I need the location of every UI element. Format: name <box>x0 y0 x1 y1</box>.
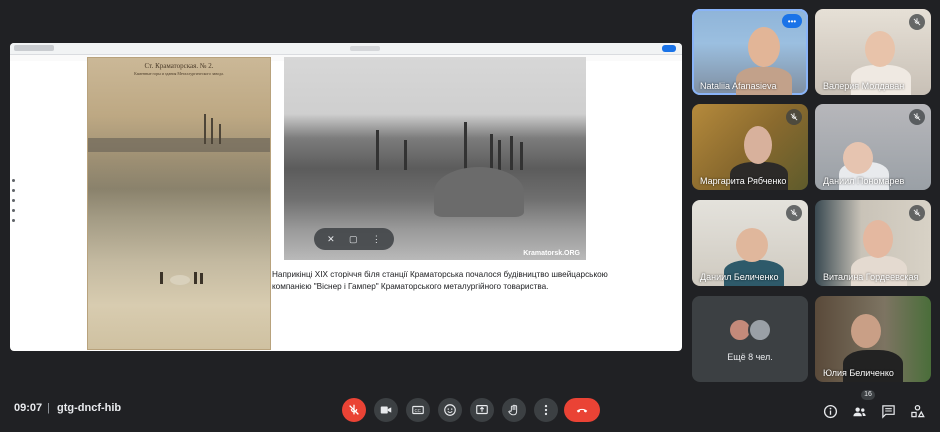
mic-off-icon <box>786 205 802 221</box>
activities-button[interactable] <box>906 400 928 422</box>
people-button[interactable] <box>848 400 870 422</box>
camera-toggle-button[interactable] <box>374 398 398 422</box>
emoji-icon <box>444 404 456 416</box>
participant-face <box>736 228 768 262</box>
hang-up-icon <box>576 408 588 413</box>
participant-face <box>863 220 893 258</box>
postcard-chimney <box>219 124 221 144</box>
present-icon <box>476 405 488 415</box>
participant-face <box>843 142 873 174</box>
more-options-icon[interactable]: ⋮ <box>372 234 381 245</box>
shared-browser-bar <box>10 43 682 55</box>
participant-face <box>744 126 772 164</box>
more-participants-avatars <box>728 318 772 342</box>
mic-off-icon <box>909 14 925 30</box>
slag-heap <box>434 167 524 217</box>
shared-side-tools <box>12 179 16 229</box>
factory-chimney <box>520 142 523 170</box>
factory-chimney <box>464 122 467 170</box>
factory-chimney <box>404 140 407 170</box>
postcard-horizon <box>88 138 270 152</box>
participant-name: Маргарита Рябченко <box>700 176 787 186</box>
camera-off-icon[interactable]: ▢ <box>349 234 358 245</box>
participant-name: Nataliia Afanasieva <box>700 81 777 91</box>
participant-face <box>851 314 881 348</box>
more-vert-icon <box>544 404 548 416</box>
raise-hand-button[interactable] <box>502 398 526 422</box>
factory-chimney <box>498 140 501 170</box>
participant-face <box>865 31 895 67</box>
participant-tile[interactable]: Маргарита Рябченко <box>692 104 808 190</box>
more-participants-tile[interactable]: Ещё 8 чел. <box>692 296 808 382</box>
people-icon <box>852 406 866 416</box>
postcard-caption-subtitle: Каменные горы и здания Металлургического… <box>134 71 224 76</box>
meeting-time: 09:07 <box>14 402 43 414</box>
participant-name: Даниил Беличенко <box>700 272 779 282</box>
participant-tile[interactable]: ••• Nataliia Afanasieva <box>692 9 808 95</box>
participant-face <box>748 27 780 67</box>
mic-off-icon <box>909 205 925 221</box>
reactions-button[interactable] <box>438 398 462 422</box>
factory-chimney <box>510 136 513 170</box>
chat-icon <box>881 404 895 419</box>
slide-caption-line: компанією "Віснер і Гампер" Краматорсько… <box>272 282 549 291</box>
postcard-chimney <box>211 118 213 144</box>
factory-chimney <box>376 130 379 170</box>
participant-name: Даниил Пономарев <box>823 176 905 186</box>
participant-tile[interactable]: Виталина Гордеевская <box>815 200 931 286</box>
captions-icon: CC <box>412 405 424 415</box>
postcard-caption-title: Ст. Краматорская. № 2. <box>144 62 214 70</box>
historic-postcard-photo: Ст. Краматорская. № 2. Каменные горы и з… <box>87 57 271 350</box>
activities-icon <box>910 404 925 417</box>
more-participants-label: Ещё 8 чел. <box>727 352 773 362</box>
participant-name: Юлия Беличенко <box>823 368 894 378</box>
meeting-details-button[interactable] <box>819 400 841 422</box>
info-icon <box>823 404 837 418</box>
more-options-icon[interactable]: ••• <box>782 14 802 28</box>
leave-call-button[interactable] <box>564 398 600 422</box>
slide-caption: Наприкінці XIX сторіччя біля станції Кра… <box>272 269 612 293</box>
mic-off-icon <box>349 404 359 415</box>
participant-tile[interactable]: Юлия Беличенко <box>815 296 931 382</box>
participant-tile[interactable]: Валерия Молдаван <box>815 9 931 95</box>
meeting-separator: | <box>47 402 50 414</box>
present-screen-button[interactable] <box>470 398 494 422</box>
mic-off-icon <box>909 109 925 125</box>
factory-chimney <box>490 134 493 170</box>
postcard-chimney <box>204 114 206 144</box>
presenter-controls[interactable]: ✕ ▢ ⋮ <box>314 228 394 250</box>
meet-window: Ст. Краматорская. № 2. Каменные горы и з… <box>0 0 940 432</box>
mic-off-icon <box>786 109 802 125</box>
participant-name: Валерия Молдаван <box>823 81 905 91</box>
camera-icon <box>380 406 392 414</box>
more-options-button[interactable] <box>534 398 558 422</box>
avatar <box>748 318 772 342</box>
chat-button[interactable] <box>877 400 899 422</box>
hand-icon <box>508 404 518 416</box>
participant-tile[interactable]: Даниил Беличенко <box>692 200 808 286</box>
svg-text:CC: CC <box>415 408 421 413</box>
mic-off-icon[interactable]: ✕ <box>327 234 335 245</box>
participant-tile[interactable]: Даниил Пономарев <box>815 104 931 190</box>
shared-screen: Ст. Краматорская. № 2. Каменные горы и з… <box>10 43 682 351</box>
photo-watermark: Kramatorsk.ORG <box>523 250 580 257</box>
captions-button[interactable]: CC <box>406 398 430 422</box>
postcard-people <box>160 272 203 285</box>
slide-caption-line: Наприкінці XIX сторіччя біля станції Кра… <box>272 270 608 279</box>
participants-count-badge: 16 <box>861 390 875 400</box>
mic-toggle-button[interactable] <box>342 398 366 422</box>
participant-name: Виталина Гордеевская <box>823 272 919 282</box>
shared-share-button <box>662 45 676 52</box>
bottom-bar: 09:07 | gtg-dncf-hib CC <box>0 390 940 432</box>
shared-tab <box>14 45 54 51</box>
shared-address <box>350 46 380 51</box>
meeting-code: gtg-dncf-hib <box>57 402 122 414</box>
